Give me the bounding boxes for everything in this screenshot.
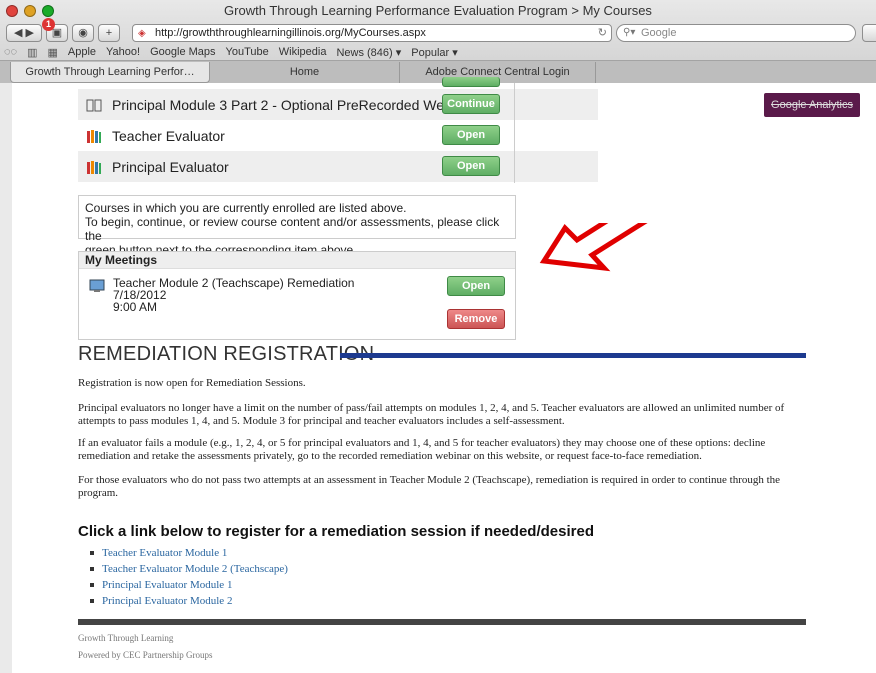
bookmarks-bar: ◌◌ ▥ ▦ Apple Yahoo! Google Maps YouTube … [0, 44, 876, 60]
meeting-remove-button[interactable]: Remove [447, 309, 505, 329]
url-field[interactable]: ◈ http://growththroughlearningillinois.o… [132, 24, 612, 42]
bookmark-google-maps[interactable]: Google Maps [150, 46, 215, 58]
link-principal-module-1[interactable]: Principal Evaluator Module 1 [90, 577, 288, 593]
meeting-open-button[interactable]: Open [447, 276, 505, 296]
meeting-icon [89, 279, 105, 292]
paragraph: For those evaluators who do not pass two… [78, 474, 806, 500]
downloads-button[interactable] [862, 24, 876, 42]
link-principal-module-2[interactable]: Principal Evaluator Module 2 [90, 593, 288, 609]
site-favicon-icon: ◈ [138, 28, 146, 39]
footer-line: Growth Through Learning [78, 633, 174, 643]
course-row: Principal Evaluator [78, 151, 598, 182]
my-meetings-heading: My Meetings [79, 252, 515, 269]
search-placeholder: Google [641, 27, 677, 39]
reload-icon[interactable]: ↻ [598, 25, 607, 41]
bookmark-youtube[interactable]: YouTube [226, 46, 269, 58]
search-field[interactable]: ⚲▾ Google [616, 24, 856, 42]
section-divider-bar [340, 353, 806, 358]
info-line: Courses in which you are currently enrol… [85, 201, 407, 215]
open-button[interactable]: Open [442, 156, 500, 176]
register-subheading: Click a link below to register for a rem… [78, 523, 594, 540]
continue-button-partial[interactable] [442, 77, 500, 87]
course-name: Principal Module 3 Part 2 - Optional Pre… [112, 96, 476, 113]
paragraph-line: Principal evaluators no longer have a li… [78, 402, 785, 414]
share-icon[interactable]: ◉ [72, 24, 94, 42]
left-margin [0, 83, 12, 673]
my-meetings-panel: My Meetings Teacher Module 2 (Teachscape… [78, 251, 516, 340]
paragraph: If an evaluator fails a module (e.g., 1,… [78, 437, 806, 463]
browser-chrome: Growth Through Learning Performance Eval… [0, 0, 876, 83]
bookmark-yahoo[interactable]: Yahoo! [106, 46, 140, 58]
url-text: http://growththroughlearningillinois.org… [155, 27, 426, 39]
paragraph: Principal evaluators no longer have a li… [78, 402, 806, 428]
book-icon [86, 99, 102, 111]
course-name: Teacher Evaluator [112, 127, 225, 144]
books-icon [87, 160, 101, 174]
paragraph-line: remediation and retake the assessments p… [78, 450, 702, 462]
top-sites-icon[interactable]: ▦ [47, 46, 57, 59]
course-name: Principal Evaluator [112, 158, 229, 175]
bookmark-apple[interactable]: Apple [68, 46, 96, 58]
section-title: REMEDIATION REGISTRATION [78, 343, 375, 365]
books-icon [87, 129, 101, 143]
tab-home[interactable]: Home [210, 62, 400, 83]
google-analytics-button[interactable]: Google Analytics [764, 93, 860, 117]
course-row: Teacher Evaluator [78, 120, 598, 151]
link-teacher-module-1[interactable]: Teacher Evaluator Module 1 [90, 545, 288, 561]
paragraph-line: attempts to pass modules 1, 4, and 5. Mo… [78, 415, 565, 427]
paragraph-line: program. [78, 487, 119, 499]
paragraph: Registration is now open for Remediation… [78, 377, 306, 389]
footer-divider [78, 619, 806, 625]
back-forward-buttons[interactable]: ◀ ▶ [6, 24, 42, 42]
page-content: Principal Module 3 Part 2 - Optional Pre… [0, 77, 876, 673]
info-line: To begin, continue, or review course con… [85, 215, 500, 243]
footer-line: Powered by CEC Partnership Groups [78, 650, 213, 660]
red-arrow-annotation [539, 223, 648, 272]
paragraph-line: For those evaluators who do not pass two… [78, 474, 781, 486]
bookmark-popular[interactable]: Popular ▾ [411, 46, 458, 59]
bookmark-news[interactable]: News (846) ▾ [336, 46, 401, 59]
add-bookmark-button[interactable]: + [98, 24, 120, 42]
registration-links: Teacher Evaluator Module 1 Teacher Evalu… [90, 545, 288, 609]
tab-growth-through-learning[interactable]: Growth Through Learning Perfor… [10, 62, 210, 83]
meeting-time: 9:00 AM [113, 300, 158, 314]
window-title: Growth Through Learning Performance Eval… [224, 3, 652, 18]
course-row: Principal Module 3 Part 2 - Optional Pre… [78, 89, 598, 120]
enrollment-info: Courses in which you are currently enrol… [78, 195, 516, 257]
meeting-item: Teacher Module 2 (Teachscape) Remediatio… [113, 277, 354, 313]
open-button[interactable]: Open [442, 125, 500, 145]
bookmark-wikipedia[interactable]: Wikipedia [279, 46, 327, 58]
toolbar: ◀ ▶ ▣ 1 ◉ + ◈ http://growththroughlearni… [0, 18, 876, 44]
link-teacher-module-2[interactable]: Teacher Evaluator Module 2 (Teachscape) [90, 561, 288, 577]
bookmarks-icon[interactable]: ▥ [27, 46, 37, 59]
notification-badge: 1 [42, 18, 55, 31]
table-divider [514, 83, 515, 183]
paragraph-line: If an evaluator fails a module (e.g., 1,… [78, 437, 766, 449]
tab-bar: Growth Through Learning Perfor… Home Ado… [0, 60, 876, 83]
search-icon: ⚲▾ [623, 27, 636, 38]
continue-button[interactable]: Continue [442, 94, 500, 114]
reading-list-icon[interactable]: ◌◌ [4, 46, 17, 58]
